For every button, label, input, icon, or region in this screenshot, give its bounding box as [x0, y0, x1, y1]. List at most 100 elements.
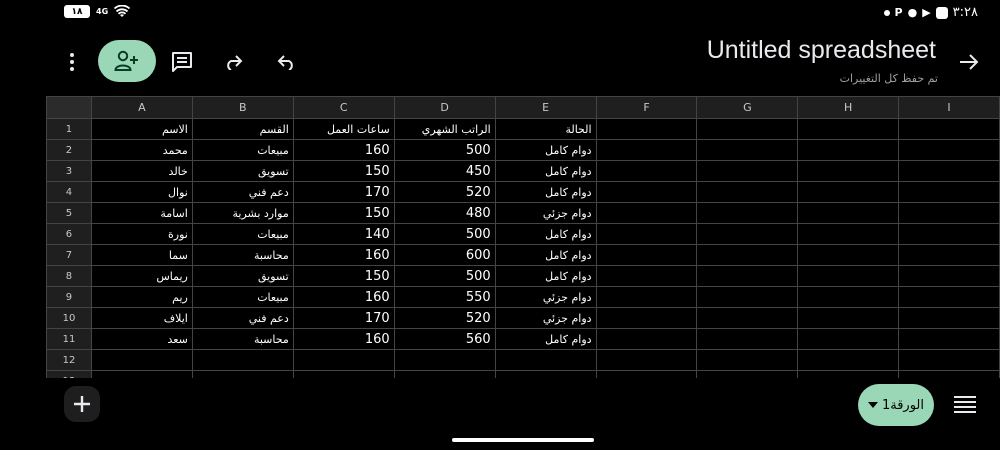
cell[interactable]: دوام جزئي: [494, 307, 597, 329]
cell[interactable]: [898, 286, 1000, 308]
cell[interactable]: [898, 349, 1000, 371]
sheet-list-icon[interactable]: [954, 396, 976, 414]
cell[interactable]: [696, 223, 799, 245]
column-header[interactable]: A: [90, 96, 193, 119]
cell[interactable]: [595, 307, 698, 329]
cell[interactable]: [595, 118, 698, 140]
cell[interactable]: [898, 202, 1000, 224]
cell[interactable]: [696, 139, 799, 161]
cell[interactable]: [696, 118, 799, 140]
cell[interactable]: [898, 139, 1000, 161]
comment-button[interactable]: [166, 46, 198, 78]
cell[interactable]: محمد: [90, 139, 193, 161]
row-header[interactable]: 4: [46, 181, 92, 203]
cell[interactable]: 160: [292, 244, 395, 266]
cell[interactable]: [898, 244, 1000, 266]
document-title[interactable]: Untitled spreadsheet: [707, 36, 936, 65]
cell[interactable]: دعم فني: [191, 307, 294, 329]
more-options-button[interactable]: [56, 46, 88, 78]
cell[interactable]: [595, 160, 698, 182]
cell[interactable]: [191, 349, 294, 371]
cell[interactable]: [696, 181, 799, 203]
row-header[interactable]: 1: [46, 118, 92, 140]
cell[interactable]: 520: [393, 307, 496, 329]
cell[interactable]: نوال: [90, 181, 193, 203]
cell[interactable]: دوام كامل: [494, 265, 597, 287]
cell[interactable]: [797, 181, 900, 203]
cell[interactable]: 600: [393, 244, 496, 266]
cell[interactable]: [696, 328, 799, 350]
row-header[interactable]: 3: [46, 160, 92, 182]
cell[interactable]: 500: [393, 139, 496, 161]
sheet-tab[interactable]: الورقة1: [858, 384, 934, 426]
cell[interactable]: [797, 328, 900, 350]
column-header[interactable]: H: [797, 96, 900, 119]
cell[interactable]: [696, 244, 799, 266]
cell[interactable]: دوام كامل: [494, 160, 597, 182]
cell[interactable]: ريم: [90, 286, 193, 308]
cell[interactable]: 150: [292, 160, 395, 182]
cell[interactable]: دوام كامل: [494, 328, 597, 350]
cell[interactable]: مبيعات: [191, 286, 294, 308]
cell[interactable]: محاسبة: [191, 328, 294, 350]
cell[interactable]: [898, 265, 1000, 287]
cell[interactable]: [898, 118, 1000, 140]
row-header[interactable]: 10: [46, 307, 92, 329]
cell[interactable]: اسامة: [90, 202, 193, 224]
cell[interactable]: 150: [292, 265, 395, 287]
cell[interactable]: [595, 265, 698, 287]
column-header[interactable]: D: [393, 96, 496, 119]
select-all-corner[interactable]: [46, 96, 92, 119]
cell[interactable]: [595, 244, 698, 266]
cell[interactable]: [595, 202, 698, 224]
cell[interactable]: [797, 265, 900, 287]
row-header[interactable]: 9: [46, 286, 92, 308]
cell[interactable]: 140: [292, 223, 395, 245]
cell[interactable]: [696, 202, 799, 224]
column-header[interactable]: G: [696, 96, 799, 119]
cell[interactable]: [797, 307, 900, 329]
cell[interactable]: [292, 349, 395, 371]
cell[interactable]: [797, 223, 900, 245]
cell[interactable]: تسويق: [191, 160, 294, 182]
cell[interactable]: دوام كامل: [494, 139, 597, 161]
cell[interactable]: 560: [393, 328, 496, 350]
cell[interactable]: [797, 349, 900, 371]
cell[interactable]: [696, 160, 799, 182]
cell[interactable]: ريماس: [90, 265, 193, 287]
column-header[interactable]: F: [595, 96, 698, 119]
cell[interactable]: 500: [393, 223, 496, 245]
column-header[interactable]: I: [898, 96, 1000, 119]
cell[interactable]: [898, 160, 1000, 182]
row-header[interactable]: 7: [46, 244, 92, 266]
cell[interactable]: الحالة: [494, 118, 597, 140]
cell[interactable]: 160: [292, 139, 395, 161]
cell[interactable]: [90, 349, 193, 371]
cell[interactable]: ايلاف: [90, 307, 193, 329]
cell[interactable]: [797, 118, 900, 140]
column-header[interactable]: B: [191, 96, 294, 119]
column-header[interactable]: E: [494, 96, 597, 119]
cell[interactable]: [696, 307, 799, 329]
cell[interactable]: [494, 349, 597, 371]
cell[interactable]: القسم: [191, 118, 294, 140]
cell[interactable]: دوام كامل: [494, 244, 597, 266]
cell[interactable]: [797, 286, 900, 308]
home-indicator[interactable]: [452, 438, 594, 442]
cell[interactable]: 170: [292, 181, 395, 203]
cell[interactable]: [393, 349, 496, 371]
cell[interactable]: [696, 265, 799, 287]
cell[interactable]: [595, 223, 698, 245]
cell[interactable]: دوام جزئي: [494, 202, 597, 224]
cell[interactable]: الراتب الشهري: [393, 118, 496, 140]
back-button[interactable]: [953, 46, 985, 78]
row-header[interactable]: 2: [46, 139, 92, 161]
cell[interactable]: [898, 223, 1000, 245]
undo-button[interactable]: [270, 46, 302, 78]
cell[interactable]: 150: [292, 202, 395, 224]
cell[interactable]: 520: [393, 181, 496, 203]
cell[interactable]: [898, 181, 1000, 203]
cell[interactable]: سما: [90, 244, 193, 266]
row-header[interactable]: 12: [46, 349, 92, 371]
cell[interactable]: ساعات العمل: [292, 118, 395, 140]
